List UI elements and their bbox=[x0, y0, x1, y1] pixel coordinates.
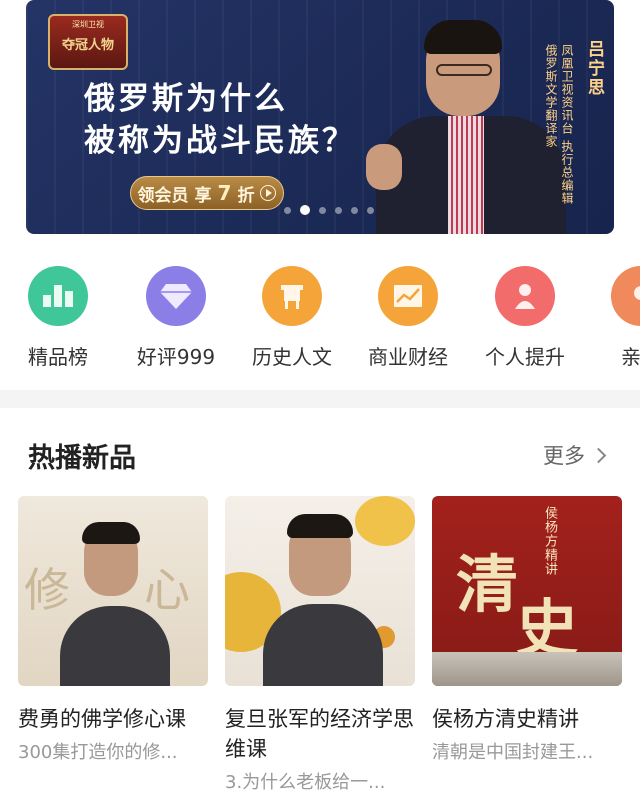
course-subtitle: 300集打造你的修... bbox=[18, 742, 178, 763]
carousel-dot[interactable] bbox=[351, 206, 358, 214]
promo-banner[interactable]: 深圳卫视 夺冠人物 俄罗斯为什么 被称为战斗民族？ 领会员 享7折 吕宁思 凤凰… bbox=[26, 0, 614, 234]
badge-text: 夺冠人物 bbox=[61, 38, 114, 53]
speaker-title2: 俄罗斯文学翻译家 bbox=[544, 44, 558, 148]
speaker-title1: 凤凰卫视资讯台 执行总编辑 bbox=[560, 44, 574, 205]
play-circle-icon bbox=[260, 185, 277, 201]
category-label: 个人提升 bbox=[485, 345, 565, 369]
category-row: 精品榜 好评999 历史人文 商业财经 个人提升 亲 bbox=[0, 250, 640, 390]
course-subtitle: 3.为什么老板给一... bbox=[225, 772, 386, 793]
app-page: 深圳卫视 夺冠人物 俄罗斯为什么 被称为战斗民族？ 领会员 享7折 吕宁思 凤凰… bbox=[0, 0, 640, 794]
speaker-glasses bbox=[436, 64, 492, 76]
category-label: 好评999 bbox=[136, 345, 216, 369]
diamond-icon bbox=[146, 266, 206, 326]
speaker-shirt bbox=[448, 116, 484, 234]
more-link[interactable]: 更多 bbox=[543, 440, 607, 470]
speaker-hair bbox=[424, 20, 502, 54]
thumb-text-left: 修 bbox=[24, 563, 70, 617]
speaker-hand bbox=[366, 144, 402, 190]
trend-chart-icon bbox=[378, 266, 438, 326]
speaker-name: 吕宁思 bbox=[584, 40, 604, 97]
lecturer-hair bbox=[287, 514, 353, 538]
course-thumbnail: 侯杨方精讲 清 史 bbox=[432, 496, 622, 686]
section-title: 热播新品 bbox=[28, 443, 136, 474]
course-card[interactable]: 修 心 费勇的佛学修心课 300集打造你的修... bbox=[18, 496, 208, 764]
speaker-photo bbox=[366, 20, 566, 234]
headline-line2: 被称为战斗民族？ bbox=[84, 123, 356, 159]
more-label: 更多 bbox=[543, 444, 585, 468]
vip-discount-num: 7 bbox=[217, 181, 232, 205]
carousel-dot[interactable] bbox=[335, 206, 342, 214]
family-icon bbox=[611, 266, 640, 326]
vip-discount-prefix: 享 bbox=[194, 185, 212, 206]
thumb-text-right: 心 bbox=[144, 563, 190, 617]
carousel-dot[interactable] bbox=[319, 206, 326, 214]
bar-chart-icon bbox=[28, 266, 88, 326]
course-card[interactable]: 侯杨方精讲 清 史 侯杨方清史精讲 清朝是中国封建王... bbox=[432, 496, 622, 764]
chevron-right-icon bbox=[590, 447, 607, 463]
banner-area: 深圳卫视 夺冠人物 俄罗斯为什么 被称为战斗民族？ 领会员 享7折 吕宁思 凤凰… bbox=[0, 0, 640, 250]
category-label: 精品榜 bbox=[28, 345, 88, 369]
lecturer-hair bbox=[82, 522, 140, 544]
hot-new-section: 热播新品 更多 修 心 费勇的佛学修心课 300集打造你的修... 复旦张军的经… bbox=[0, 408, 640, 794]
course-title: 费勇的佛学修心课 bbox=[18, 707, 186, 731]
category-business[interactable]: 商业财经 bbox=[353, 266, 463, 370]
lecturer-body bbox=[60, 606, 170, 686]
badge-top-text: 深圳卫视 bbox=[72, 20, 104, 29]
category-label: 商业财经 bbox=[368, 345, 448, 369]
carousel-dot-active[interactable] bbox=[300, 205, 310, 215]
headline-line1: 俄罗斯为什么 bbox=[84, 81, 288, 117]
course-thumbnail: 修 心 bbox=[18, 496, 208, 686]
person-icon bbox=[495, 266, 555, 326]
thumb-text-1: 清 bbox=[456, 548, 519, 621]
category-bestlist[interactable]: 精品榜 bbox=[3, 266, 113, 370]
vip-discount-suffix: 折 bbox=[237, 185, 255, 206]
category-good-reviews[interactable]: 好评999 bbox=[121, 266, 231, 370]
program-badge: 深圳卫视 夺冠人物 bbox=[48, 14, 128, 70]
category-parenting[interactable]: 亲子 bbox=[586, 266, 640, 370]
category-label: 亲子 bbox=[621, 345, 640, 369]
ancient-vessel-icon bbox=[262, 266, 322, 326]
thumb-vertical-text: 侯杨方精讲 bbox=[542, 506, 557, 576]
course-title: 侯杨方清史精讲 bbox=[432, 707, 579, 731]
palace-wall bbox=[432, 652, 622, 686]
vip-label: 领会员 bbox=[137, 185, 189, 206]
category-self-improvement[interactable]: 个人提升 bbox=[470, 266, 580, 370]
course-title: 复旦张军的经济学思维课 bbox=[225, 707, 414, 761]
banner-headline: 俄罗斯为什么 被称为战斗民族？ bbox=[84, 78, 356, 162]
course-card[interactable]: 复旦张军的经济学思维课 3.为什么老板给一... bbox=[225, 496, 415, 794]
decor-circle bbox=[355, 496, 415, 546]
vip-discount-button[interactable]: 领会员 享7折 bbox=[130, 176, 284, 210]
category-history[interactable]: 历史人文 bbox=[237, 266, 347, 370]
category-label: 历史人文 bbox=[252, 345, 332, 369]
course-subtitle: 清朝是中国封建王... bbox=[432, 742, 594, 763]
lecturer-body bbox=[263, 604, 383, 686]
course-thumbnail bbox=[225, 496, 415, 686]
carousel-dot[interactable] bbox=[284, 206, 291, 214]
